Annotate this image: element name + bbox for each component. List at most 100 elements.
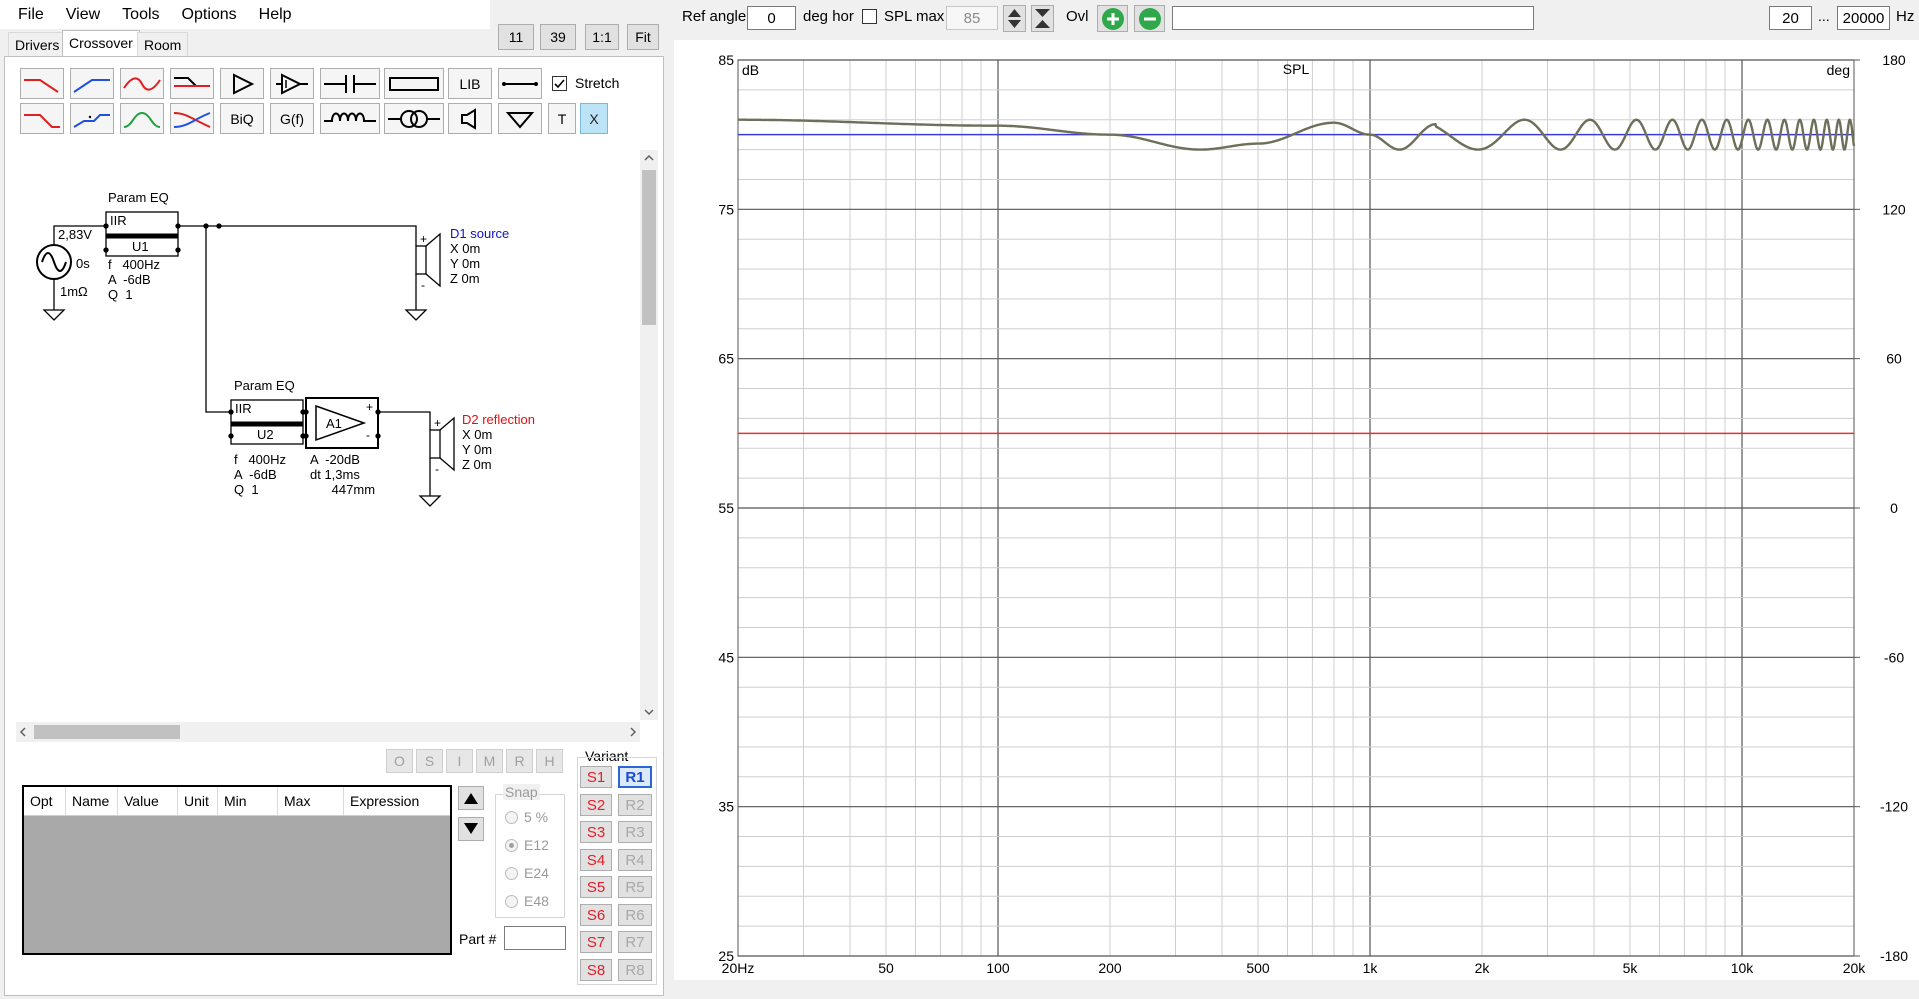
zoom-fit-button[interactable]: Fit	[627, 24, 659, 50]
zoom-11-button[interactable]: 11	[498, 24, 534, 50]
text-button[interactable]: T	[548, 103, 576, 134]
overlay-add-button[interactable]	[1097, 5, 1128, 32]
schematic-vertical-scrollbar[interactable]	[640, 150, 658, 720]
u2-title: Param EQ	[234, 378, 295, 393]
radio-e12[interactable]	[505, 838, 518, 852]
o-button[interactable]: O	[386, 749, 413, 773]
freq-range-ellipsis: ...	[1818, 8, 1830, 24]
variant-r2-button[interactable]: R2	[618, 794, 652, 816]
menu-file[interactable]: File	[0, 0, 55, 29]
bandpass-1-button[interactable]	[120, 68, 164, 99]
snap-e12-option[interactable]: E12	[505, 831, 549, 859]
menu-help[interactable]: Help	[248, 0, 303, 29]
snap-e24-option[interactable]: E24	[505, 859, 549, 887]
capacitor-button[interactable]	[320, 68, 380, 99]
triangle-down-icon	[464, 823, 478, 834]
spl-chart[interactable]: 20Hz 50 100 200 500 1k 2k 5k 10k 20k 85 75 65 55 45 35 2…	[674, 40, 1919, 980]
spl-max-input[interactable]: 85	[946, 6, 998, 30]
schematic-canvas[interactable]: Param EQ IIR U1 f 400Hz A -6dB Q 1 2,83V…	[16, 150, 640, 720]
amplifier-button[interactable]	[220, 68, 264, 99]
tab-crossover[interactable]: Crossover	[62, 30, 140, 57]
d2-minus: -	[435, 462, 439, 476]
menu-view[interactable]: View	[55, 0, 111, 29]
variant-r5-button[interactable]: R5	[618, 876, 652, 898]
biquad-button[interactable]: BiQ	[220, 103, 264, 134]
snap-e48-option[interactable]: E48	[505, 887, 549, 915]
move-down-button[interactable]	[458, 817, 484, 841]
wire-button[interactable]	[498, 68, 542, 99]
variant-s5-button[interactable]: S5	[580, 876, 612, 898]
stretch-checkbox[interactable]	[552, 76, 567, 91]
tab-room[interactable]: Room	[137, 32, 189, 57]
highpass-2-button[interactable]	[70, 103, 114, 134]
col-max[interactable]: Max	[278, 787, 344, 815]
variant-r6-button[interactable]: R6	[618, 904, 652, 926]
s-button[interactable]: S	[416, 749, 443, 773]
spl-fit-button[interactable]	[1031, 5, 1054, 32]
radio-e24[interactable]	[505, 866, 518, 880]
col-min[interactable]: Min	[218, 787, 278, 815]
lowpass-2-button[interactable]	[20, 103, 64, 134]
ground-button[interactable]	[498, 103, 542, 134]
bandpass-2-button[interactable]	[120, 103, 164, 134]
variant-s2-button[interactable]: S2	[580, 794, 612, 816]
menu-options[interactable]: Options	[171, 0, 248, 29]
radio-5pct[interactable]	[505, 810, 518, 824]
snap-5pct-option[interactable]: 5 %	[505, 803, 548, 831]
zoom-1-1-button[interactable]: 1:1	[585, 24, 619, 50]
radio-e48[interactable]	[505, 894, 518, 908]
variant-s7-button[interactable]: S7	[580, 931, 612, 953]
h-button[interactable]: H	[536, 749, 563, 773]
m-button[interactable]: M	[476, 749, 503, 773]
lib-button[interactable]: LIB	[448, 68, 492, 99]
overlay-name-input[interactable]	[1172, 6, 1534, 30]
menu-tools[interactable]: Tools	[111, 0, 170, 29]
zoom-39-button[interactable]: 39	[540, 24, 576, 50]
overlay-remove-button[interactable]	[1134, 5, 1165, 32]
transfer-function-button[interactable]: G(f)	[270, 103, 314, 134]
variant-r7-button[interactable]: R7	[618, 931, 652, 953]
speaker-button[interactable]	[448, 103, 492, 134]
variant-s3-button[interactable]: S3	[580, 821, 612, 843]
variant-r1-button[interactable]: R1	[618, 766, 652, 788]
transformer-button[interactable]	[384, 103, 444, 134]
col-opt[interactable]: Opt	[24, 787, 66, 815]
d1-plus: +	[420, 232, 428, 246]
parameter-table[interactable]: Opt Name Value Unit Min Max Expression	[22, 785, 452, 955]
shelf-button[interactable]	[170, 68, 214, 99]
freq-min-input[interactable]: 20	[1769, 6, 1812, 30]
variant-s4-button[interactable]: S4	[580, 849, 612, 871]
y-tick-label: 85	[718, 52, 734, 68]
resistor-button[interactable]	[384, 68, 444, 99]
i-button[interactable]: I	[446, 749, 473, 773]
variant-r8-button[interactable]: R8	[618, 959, 652, 981]
r-button[interactable]: R	[506, 749, 533, 773]
variant-s8-button[interactable]: S8	[580, 959, 612, 981]
col-expression[interactable]: Expression	[344, 787, 450, 815]
col-unit[interactable]: Unit	[178, 787, 218, 815]
move-up-button[interactable]	[458, 786, 484, 810]
variant-r4-button[interactable]: R4	[618, 849, 652, 871]
part-number-input[interactable]	[504, 926, 566, 950]
variant-s1-button[interactable]: S1	[580, 766, 612, 788]
ref-angle-input[interactable]: 0	[747, 6, 796, 30]
crossover-pair-button[interactable]	[170, 103, 214, 134]
bandpass-icon	[123, 111, 161, 128]
inductor-button[interactable]	[320, 103, 380, 134]
col-value[interactable]: Value	[118, 787, 178, 815]
lowpass-1-button[interactable]	[20, 68, 64, 99]
d2-plus: +	[434, 416, 442, 430]
variant-s6-button[interactable]: S6	[580, 904, 612, 926]
x-tick-label: 100	[986, 960, 1010, 976]
freq-max-input[interactable]: 20000	[1837, 6, 1890, 30]
x-toggle-button[interactable]: X	[580, 103, 608, 134]
delay-amp-button[interactable]	[270, 68, 314, 99]
col-name[interactable]: Name	[66, 787, 118, 815]
schematic-horizontal-scrollbar[interactable]	[16, 722, 640, 742]
variant-r3-button[interactable]: R3	[618, 821, 652, 843]
tab-drivers[interactable]: Drivers	[8, 32, 67, 57]
spl-max-checkbox[interactable]	[862, 9, 877, 24]
snap-5pct-label: 5 %	[524, 809, 549, 825]
highpass-1-button[interactable]	[70, 68, 114, 99]
spl-updown-button[interactable]	[1003, 5, 1026, 32]
